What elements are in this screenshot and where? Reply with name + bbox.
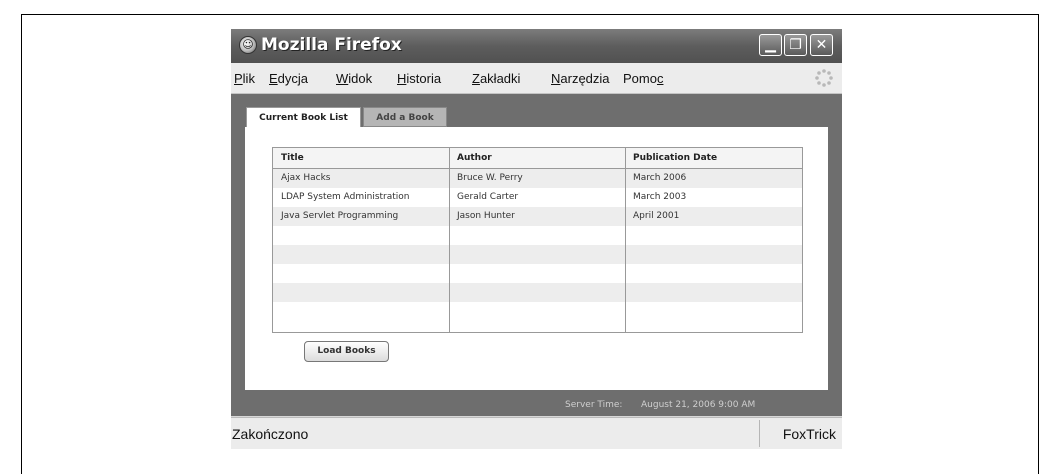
column-divider [625, 148, 626, 332]
column-header-author[interactable]: Author [457, 153, 492, 163]
empty-row [273, 245, 802, 264]
cell-title: Ajax Hacks [281, 173, 331, 183]
title-bar[interactable]: ☺ Mozilla Firefox ▁ ❐ ✕ [231, 29, 842, 63]
menu-pomoc-rest: Pomo [623, 71, 657, 86]
tab-add-a-book[interactable]: Add a Book [363, 107, 447, 127]
table-header: Title Author Publication Date [273, 148, 802, 169]
window-title: Mozilla Firefox [261, 35, 402, 55]
status-bar: Zakończono FoxTrick [231, 417, 842, 449]
status-divider [759, 420, 760, 447]
table-row[interactable]: LDAP System Administration Gerald Carter… [273, 188, 802, 207]
menu-plik[interactable]: Plik [234, 71, 255, 86]
empty-row [273, 283, 802, 302]
menu-historia[interactable]: Historia [397, 71, 441, 86]
close-button[interactable]: ✕ [810, 34, 833, 56]
minimize-button[interactable]: ▁ [759, 34, 782, 56]
menu-bar: Plik Edycja Widok Historia Zakładki Narz… [231, 63, 842, 94]
page-content: Current Book List Add a Book Title Autho… [231, 94, 842, 416]
table-row[interactable]: Java Servlet Programming Jason Hunter Ap… [273, 207, 802, 226]
empty-row [273, 226, 802, 245]
menu-edycja-rest: dycja [277, 71, 309, 86]
book-table: Title Author Publication Date Ajax Hacks… [272, 147, 803, 333]
cell-date: April 2001 [633, 211, 680, 221]
cell-date: March 2006 [633, 173, 687, 183]
column-header-title[interactable]: Title [281, 153, 304, 163]
load-books-button[interactable]: Load Books [304, 341, 389, 362]
throbber-icon [815, 69, 833, 87]
tab-current-book-list[interactable]: Current Book List [246, 107, 361, 127]
browser-window: ☺ Mozilla Firefox ▁ ❐ ✕ Plik Edycja Wido… [231, 29, 842, 449]
status-text: Zakończono [232, 426, 309, 442]
server-time-value: August 21, 2006 9:00 AM [641, 400, 756, 410]
menu-zakladki-rest: akładki [479, 71, 521, 86]
menu-edycja[interactable]: Edycja [269, 71, 308, 86]
cell-date: March 2003 [633, 192, 687, 202]
cell-title: LDAP System Administration [281, 192, 410, 202]
cell-author: Gerald Carter [457, 192, 519, 202]
column-header-publication-date[interactable]: Publication Date [633, 153, 717, 163]
table-row[interactable]: Ajax Hacks Bruce W. Perry March 2006 [273, 169, 802, 188]
column-divider [449, 148, 450, 332]
menu-pomoc[interactable]: Pomoc [623, 71, 663, 86]
menu-narzedzia-rest: arzędzia [560, 71, 610, 86]
menu-zakladki[interactable]: Zakładki [472, 71, 520, 86]
empty-row [273, 302, 802, 321]
restore-button[interactable]: ❐ [784, 34, 807, 56]
empty-row [273, 264, 802, 283]
menu-historia-rest: istoria [406, 71, 442, 86]
cell-author: Jason Hunter [457, 211, 515, 221]
foxtrick-status[interactable]: FoxTrick [783, 426, 836, 442]
tab-panel: Title Author Publication Date Ajax Hacks… [245, 127, 828, 390]
cell-title: Java Servlet Programming [281, 211, 399, 221]
server-time-label: Server Time: [565, 400, 623, 410]
menu-narzedzia[interactable]: Narzędzia [551, 71, 610, 86]
firefox-icon: ☺ [239, 36, 257, 54]
menu-widok-rest: idok [348, 71, 373, 86]
cell-author: Bruce W. Perry [457, 173, 523, 183]
menu-widok[interactable]: Widok [336, 71, 372, 86]
menu-plik-rest: lik [242, 71, 255, 86]
